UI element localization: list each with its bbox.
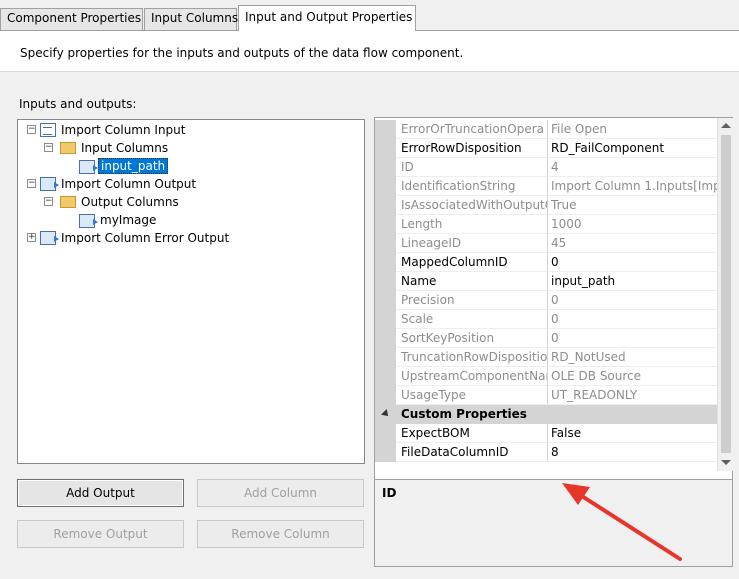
property-row[interactable]: UsageType UT_READONLY bbox=[375, 386, 717, 405]
collapse-icon[interactable]: − bbox=[27, 125, 36, 134]
property-grid-scrollbar[interactable] bbox=[717, 118, 733, 471]
scroll-up-icon[interactable] bbox=[721, 123, 731, 128]
expand-icon[interactable]: + bbox=[27, 233, 36, 242]
tree-node-import-column-input[interactable]: Import Column Input bbox=[61, 121, 185, 139]
property-row[interactable]: IdentificationString Import Column 1.Inpu… bbox=[375, 177, 717, 196]
page-description: Specify properties for the inputs and ou… bbox=[20, 46, 464, 60]
add-output-button[interactable]: Add Output bbox=[17, 479, 184, 507]
property-row[interactable]: IsAssociatedWithOutputC True bbox=[375, 196, 717, 215]
property-row[interactable]: LineageID 45 bbox=[375, 234, 717, 253]
tab-component-properties[interactable]: Component Properties bbox=[0, 8, 143, 30]
tree-node-import-column-output[interactable]: Import Column Output bbox=[61, 175, 196, 193]
property-row[interactable]: SortKeyPosition 0 bbox=[375, 329, 717, 348]
inputs-outputs-tree[interactable]: − Import Column Input − Input Columns in… bbox=[17, 119, 365, 464]
column-icon bbox=[79, 160, 98, 174]
property-row[interactable]: TruncationRowDispositio RD_NotUsed bbox=[375, 348, 717, 367]
tree-node-input-path[interactable]: input_path bbox=[98, 157, 169, 175]
property-row[interactable]: ExpectBOM False bbox=[375, 424, 717, 443]
scroll-down-icon[interactable] bbox=[721, 460, 731, 465]
scroll-thumb[interactable] bbox=[721, 135, 731, 453]
header-band: Specify properties for the inputs and ou… bbox=[0, 31, 739, 72]
property-row[interactable]: MappedColumnID 0 bbox=[375, 253, 717, 272]
tree-node-output-columns[interactable]: Output Columns bbox=[81, 193, 179, 211]
add-column-button[interactable]: Add Column bbox=[197, 479, 364, 507]
tab-content: Specify properties for the inputs and ou… bbox=[0, 31, 739, 579]
folder-icon bbox=[60, 196, 76, 208]
tree-node-input-columns[interactable]: Input Columns bbox=[81, 139, 168, 157]
property-row[interactable]: FileDataColumnID 8 bbox=[375, 443, 717, 462]
collapse-icon[interactable] bbox=[381, 409, 391, 419]
property-row[interactable]: Precision 0 bbox=[375, 291, 717, 310]
property-row[interactable]: Length 1000 bbox=[375, 215, 717, 234]
tab-input-output-properties[interactable]: Input and Output Properties bbox=[238, 5, 416, 31]
input-icon bbox=[40, 123, 56, 137]
property-grid[interactable]: ErrorOrTruncationOpera File Open ErrorRow… bbox=[374, 117, 733, 505]
tab-input-columns[interactable]: Input Columns bbox=[144, 8, 238, 30]
output-icon bbox=[40, 177, 59, 191]
remove-column-button[interactable]: Remove Column bbox=[197, 520, 364, 548]
property-row[interactable]: Name input_path bbox=[375, 272, 717, 291]
property-description-title: ID bbox=[382, 486, 397, 500]
collapse-icon[interactable]: − bbox=[27, 179, 36, 188]
selected-node-label: input_path bbox=[98, 158, 169, 174]
property-row[interactable]: UpstreamComponentNar OLE DB Source bbox=[375, 367, 717, 386]
tree-node-myimage[interactable]: myImage bbox=[100, 211, 156, 229]
property-row[interactable]: ErrorOrTruncationOpera File Open bbox=[375, 120, 717, 139]
column-icon bbox=[79, 214, 98, 228]
output-icon bbox=[40, 231, 59, 245]
remove-output-button[interactable]: Remove Output bbox=[17, 520, 184, 548]
collapse-icon[interactable]: − bbox=[44, 197, 53, 206]
property-row[interactable]: ErrorRowDisposition RD_FailComponent bbox=[375, 139, 717, 158]
property-row[interactable]: Scale 0 bbox=[375, 310, 717, 329]
tree-node-import-column-error-output[interactable]: Import Column Error Output bbox=[61, 229, 229, 247]
category-row-custom-properties[interactable]: Custom Properties bbox=[375, 405, 717, 424]
folder-icon bbox=[60, 142, 76, 154]
property-row[interactable]: ID 4 bbox=[375, 158, 717, 177]
tab-strip: Component Properties Input Columns Input… bbox=[0, 0, 739, 31]
inputs-outputs-label: Inputs and outputs: bbox=[19, 97, 137, 111]
annotation-arrow-icon bbox=[562, 483, 682, 561]
collapse-icon[interactable]: − bbox=[44, 143, 53, 152]
